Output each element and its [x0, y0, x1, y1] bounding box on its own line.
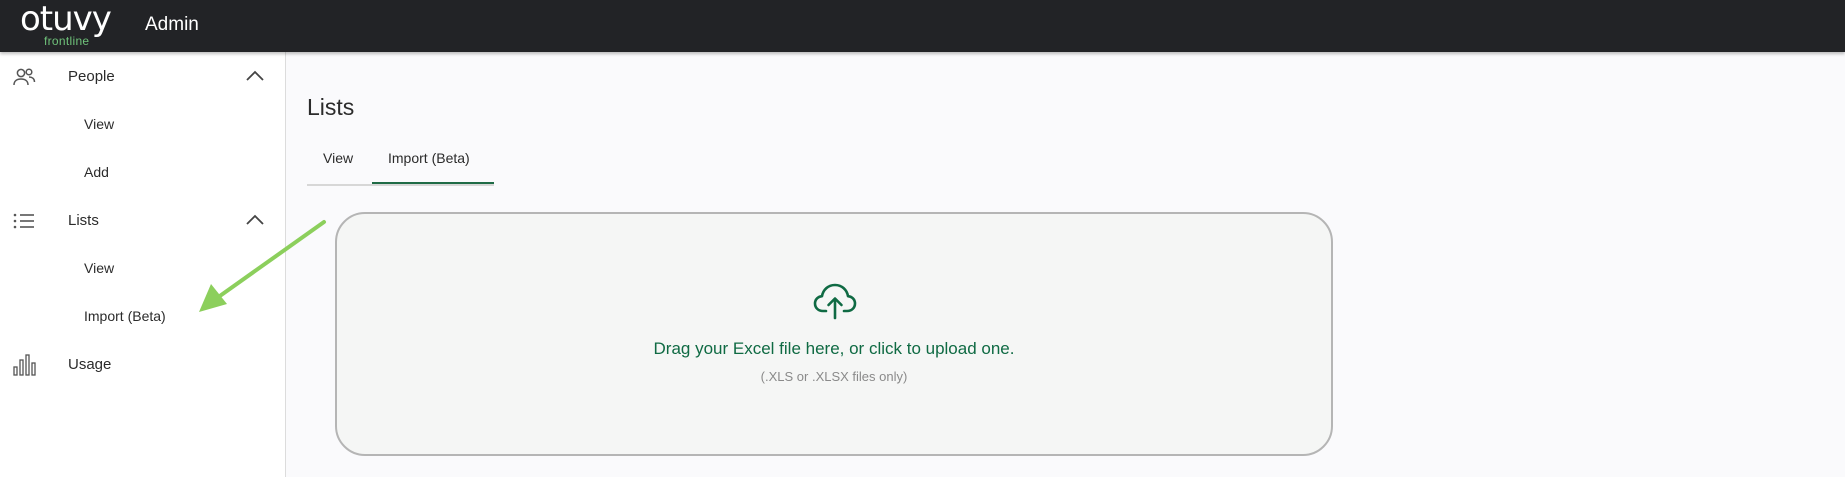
- annotation-arrow: [199, 220, 326, 312]
- tab-import-beta[interactable]: Import (Beta): [388, 150, 470, 166]
- cloud-upload-icon: [813, 283, 857, 320]
- logo-wordmark: otuvy: [20, 0, 112, 39]
- bar-chart-icon: [13, 354, 36, 376]
- sidebar-item-label: Import (Beta): [84, 308, 166, 324]
- top-bar: otuvy frontline Admin: [0, 0, 1845, 52]
- sidebar-item-people-add[interactable]: Add: [0, 153, 285, 193]
- sidebar-section-label: People: [68, 68, 115, 85]
- page-title: Lists: [307, 94, 355, 120]
- tab-bar: View Import (Beta): [307, 142, 494, 186]
- sidebar-section-people[interactable]: People: [0, 57, 285, 97]
- sidebar-section-label: Lists: [68, 212, 99, 229]
- file-upload-dropzone[interactable]: Drag your Excel file here, or click to u…: [335, 212, 1333, 456]
- list-icon: [13, 213, 34, 229]
- chevron-up-icon[interactable]: [246, 70, 264, 82]
- people-icon: [13, 68, 36, 86]
- active-tab-indicator: [372, 182, 494, 184]
- upload-instructions: Drag your Excel file here, or click to u…: [653, 339, 1015, 358]
- sidebar-item-label: View: [84, 260, 115, 276]
- sidebar-item-label: View: [84, 116, 115, 132]
- sidebar-section-label: Usage: [68, 356, 112, 373]
- logo-subtext: frontline: [44, 34, 90, 48]
- otuvy-logo[interactable]: otuvy frontline: [20, 2, 124, 48]
- sidebar-section-usage[interactable]: Usage: [0, 345, 285, 385]
- app-title: Admin: [145, 14, 199, 35]
- upload-file-types: (.XLS or .XLSX files only): [760, 369, 908, 384]
- sidebar-item-label: Add: [84, 164, 109, 180]
- tab-view[interactable]: View: [323, 150, 353, 166]
- sidebar-item-people-view[interactable]: View: [0, 105, 285, 145]
